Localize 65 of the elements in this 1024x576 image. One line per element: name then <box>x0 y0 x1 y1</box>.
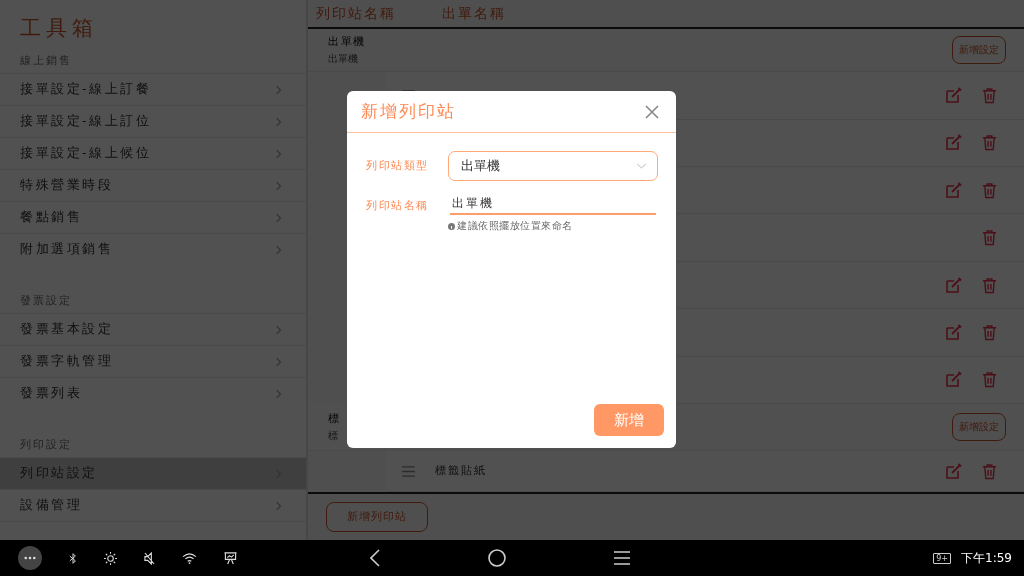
chevron-down-icon <box>636 163 647 169</box>
column-header: 列印站名稱 <box>316 4 396 23</box>
edit-icon[interactable] <box>945 462 962 480</box>
edit-icon[interactable] <box>945 181 962 199</box>
sidebar-item[interactable]: 發票字軌管理 <box>0 345 306 377</box>
trash-icon[interactable] <box>982 323 997 341</box>
chevron-right-icon <box>275 116 282 127</box>
chevron-right-icon <box>275 84 282 95</box>
edit-icon[interactable] <box>945 86 962 104</box>
dialog-title: 新增列印站 <box>361 100 456 123</box>
wifi-icon[interactable] <box>182 552 197 564</box>
trash-icon[interactable] <box>982 276 997 294</box>
chevron-right-icon <box>275 500 282 511</box>
trash-icon[interactable] <box>982 134 997 152</box>
trash-icon[interactable] <box>982 86 997 104</box>
drag-handle-icon[interactable] <box>402 465 415 477</box>
edit-icon[interactable] <box>945 371 962 389</box>
trash-icon[interactable] <box>982 462 997 480</box>
edit-icon[interactable] <box>945 276 962 294</box>
presentation-icon[interactable] <box>224 551 237 565</box>
sidebar-item[interactable]: 特殊營業時段 <box>0 169 306 201</box>
name-input[interactable]: 出單機 <box>450 191 656 215</box>
menu-icon[interactable] <box>614 551 630 565</box>
mute-icon[interactable] <box>144 551 155 565</box>
submit-button[interactable]: 新增 <box>594 404 664 436</box>
sidebar-item[interactable]: 設備管理 <box>0 489 306 521</box>
chevron-right-icon <box>275 244 282 255</box>
sidebar-item[interactable]: 發票基本設定 <box>0 313 306 345</box>
trash-icon[interactable] <box>982 371 997 389</box>
sidebar-item[interactable]: 發票列表 <box>0 377 306 409</box>
chevron-right-icon <box>275 388 282 399</box>
group-name: 出單機 <box>328 34 366 50</box>
close-icon[interactable] <box>645 104 659 119</box>
more-button[interactable] <box>18 546 42 570</box>
chevron-right-icon <box>275 180 282 191</box>
hint-text: 建議依照擺放位置來命名 <box>457 219 573 233</box>
trash-icon[interactable] <box>982 229 997 247</box>
sidebar-item[interactable]: 餐點銷售 <box>0 201 306 233</box>
notification-badge[interactable]: 9+ <box>933 552 952 564</box>
edit-icon[interactable] <box>945 323 962 341</box>
type-select[interactable]: 出單機 <box>448 151 658 181</box>
field-label: 列印站名稱 <box>366 198 430 213</box>
chevron-right-icon <box>275 148 282 159</box>
sidebar-item[interactable]: 接單設定-線上訂位 <box>0 105 306 137</box>
field-label: 列印站類型 <box>366 158 430 173</box>
info-icon <box>448 222 455 230</box>
add-setting-button[interactable]: 新增設定 <box>952 413 1006 441</box>
add-setting-button[interactable]: 新增設定 <box>952 36 1006 65</box>
group-name: 標 <box>328 411 341 426</box>
chevron-right-icon <box>275 324 282 335</box>
back-icon[interactable] <box>370 549 380 567</box>
trash-icon[interactable] <box>982 181 997 199</box>
edit-icon[interactable] <box>945 134 962 152</box>
sidebar-item[interactable]: 接單設定-線上候位 <box>0 137 306 169</box>
brightness-icon[interactable] <box>104 551 117 565</box>
dots-icon <box>24 556 36 560</box>
chevron-right-icon <box>275 212 282 223</box>
bluetooth-icon[interactable] <box>69 551 77 565</box>
column-header: 出單名稱 <box>442 4 506 23</box>
home-icon[interactable] <box>488 549 506 567</box>
clock-time: 下午1:59 <box>961 549 1012 567</box>
sidebar-title: 工具箱 <box>19 15 99 41</box>
chevron-right-icon <box>275 356 282 367</box>
sidebar-item[interactable]: 接單設定-線上訂餐 <box>0 73 306 105</box>
sidebar-item[interactable]: 附加選項銷售 <box>0 233 306 265</box>
